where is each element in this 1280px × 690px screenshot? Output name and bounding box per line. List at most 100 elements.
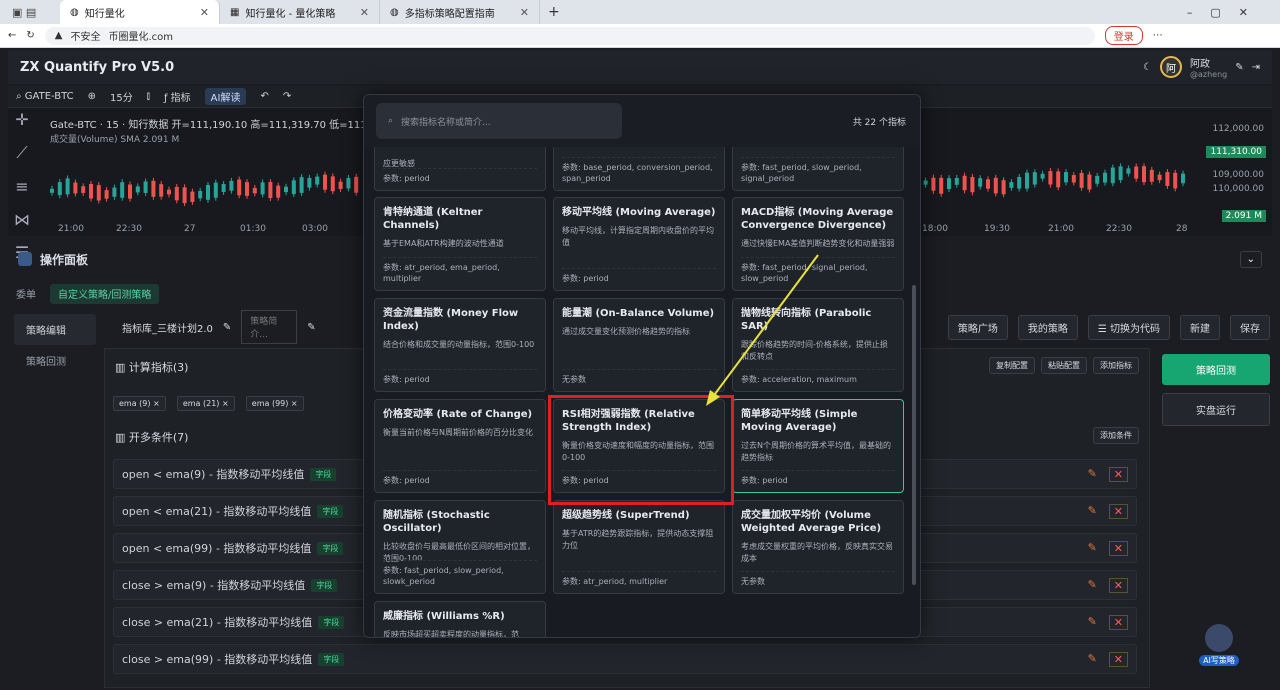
candle-body <box>174 186 179 201</box>
reload-icon[interactable]: ↻ <box>26 30 34 41</box>
browser-tab-3[interactable]: ◍ 多指标策略配置指南 ✕ <box>380 0 540 24</box>
field-badge: 字段 <box>318 615 345 629</box>
add-condition-button[interactable]: 添加条件 <box>1093 427 1139 444</box>
close-icon[interactable]: ✕ <box>360 6 369 19</box>
logout-icon[interactable]: ⇥ <box>1252 62 1260 73</box>
indicator-card[interactable]: 肯特纳通道 (Keltner Channels) 基于EMA和ATR构建的波动性通… <box>374 197 546 291</box>
edit-icon[interactable]: ✎ <box>1088 578 1097 593</box>
paste-config-button[interactable]: 粘贴配置 <box>1041 357 1087 374</box>
candle-body <box>81 186 86 193</box>
back-icon[interactable]: ← <box>8 30 16 41</box>
symbol-selector[interactable]: ⌕ GATE-BTC <box>16 91 74 102</box>
modal-scrollbar[interactable] <box>912 285 916 585</box>
url-field[interactable]: ▲ 不安全 币圈量化.com <box>44 26 1095 45</box>
indicator-card[interactable]: 成交量加权平均价 (Volume Weighted Average Price)… <box>732 500 904 594</box>
my-strategy-button[interactable]: 我的策略 <box>1017 314 1078 340</box>
candle-body <box>135 186 140 193</box>
close-icon[interactable]: ✕ <box>520 6 529 19</box>
ai-write-strategy-button[interactable]: AI写策略 <box>1196 624 1242 666</box>
strategy-desc-input[interactable]: 策略简介... <box>241 310 298 344</box>
switch-code-button[interactable]: ☰ 切换为代码 <box>1087 314 1170 340</box>
edit-icon[interactable]: ✎ <box>1088 504 1097 519</box>
ai-interpret-button[interactable]: AI解读 <box>204 88 247 105</box>
delete-icon[interactable]: ✕ <box>1108 614 1128 630</box>
time-tick: 28 <box>1176 224 1188 234</box>
browser-tab-1[interactable]: ◍ 知行量化 ✕ <box>60 0 220 24</box>
delete-icon[interactable]: ✕ <box>1108 503 1128 519</box>
edit-icon[interactable]: ✎ <box>1088 467 1097 482</box>
indicator-chip[interactable]: ema (9) × <box>113 396 166 411</box>
candle-body <box>1017 177 1022 189</box>
pattern-icon[interactable]: ⋈ <box>14 210 30 229</box>
candle-body <box>1009 182 1014 188</box>
delete-icon[interactable]: ✕ <box>1108 651 1128 667</box>
crosshair-icon[interactable]: ✛ <box>15 110 28 129</box>
candle-body <box>73 182 78 194</box>
delete-icon[interactable]: ✕ <box>1108 540 1128 556</box>
trendline-icon[interactable]: ⟋ <box>16 143 27 163</box>
candle-body <box>962 175 967 191</box>
backtest-button[interactable]: 策略回测 <box>1162 354 1270 385</box>
modal-header: ⌕ 搜索指标名称或简介... 共 22 个指标 <box>364 95 920 147</box>
close-icon[interactable]: ✕ <box>200 6 209 19</box>
interval-selector[interactable]: 15分 <box>110 89 133 104</box>
edit-icon[interactable]: ✎ <box>307 322 315 333</box>
edit-icon[interactable]: ✎ <box>1235 62 1243 73</box>
indicator-chip[interactable]: ema (99) × <box>245 396 304 411</box>
indicator-search-input[interactable]: ⌕ 搜索指标名称或简介... <box>376 103 622 139</box>
candle-body <box>1032 172 1037 185</box>
indicator-card[interactable]: 资金流量指数 (Money Flow Index) 结合价格和成交量的动量指标，范… <box>374 298 546 392</box>
edit-icon[interactable]: ✎ <box>223 322 231 333</box>
indicator-card[interactable]: 抛物线转向指标 (Parabolic SAR) 跟踪价格趋势的时间-价格系统，提供… <box>732 298 904 392</box>
current-price-tag: 111,310.00 <box>1206 146 1266 158</box>
field-badge: 字段 <box>318 652 345 666</box>
copy-config-button[interactable]: 复制配置 <box>989 357 1035 374</box>
search-icon: ⌕ <box>388 116 394 126</box>
candle-type-icon[interactable]: ⫾ <box>147 91 150 102</box>
side-nav-edit[interactable]: 策略编辑 <box>14 314 96 345</box>
menu-icon[interactable]: ⋯ <box>1153 30 1163 41</box>
save-button[interactable]: 保存 <box>1230 314 1270 340</box>
indicator-chip[interactable]: ema (21) × <box>176 396 235 411</box>
condition-row[interactable]: close > ema(99) - 指数移动平均线值 字段 ✎ ✕ <box>113 644 1137 674</box>
candle-body <box>1064 172 1068 183</box>
browser-workspace-icons[interactable]: ▣ ▤ <box>0 6 60 19</box>
edit-icon[interactable]: ✎ <box>1088 541 1097 556</box>
delete-icon[interactable]: ✕ <box>1108 577 1128 593</box>
tab-custom-strategy[interactable]: 自定义策略/回测策略 <box>50 284 160 304</box>
indicators-button[interactable]: ƒ 指标 <box>164 89 191 104</box>
avatar[interactable]: 阿 <box>1159 56 1182 78</box>
candle-body <box>245 182 249 196</box>
redo-icon[interactable]: ↷ <box>283 91 291 102</box>
indicator-card[interactable]: 超级趋势线 (SuperTrend) 基于ATR的趋势跟踪指标，提供动态支撑阻力位… <box>553 500 725 594</box>
indicator-card[interactable]: 移动平均线 (Moving Average) 移动平均线，计算指定周期内收盘价的平… <box>553 197 725 291</box>
indicator-card[interactable]: 价格变动率 (Rate of Change) 衡量当前价格与N周期前价格的百分比变… <box>374 399 546 493</box>
side-nav-backtest[interactable]: 策略回测 <box>14 345 96 376</box>
tab-orders[interactable]: 委单 <box>8 284 44 304</box>
delete-icon[interactable]: ✕ <box>1108 466 1128 482</box>
edit-icon[interactable]: ✎ <box>1088 652 1097 667</box>
strategy-square-button[interactable]: 策略广场 <box>947 314 1008 340</box>
chart-icon: ▥ <box>115 361 129 374</box>
add-indicator-button[interactable]: 添加指标 <box>1093 357 1139 374</box>
window-controls[interactable]: –▢✕ <box>1187 6 1280 19</box>
indicator-card[interactable]: 能量潮 (On-Balance Volume) 通过成交量变化预测价格趋势的指标无… <box>553 298 725 392</box>
lines-icon[interactable]: ≡ <box>15 177 28 196</box>
new-tab-icon[interactable]: + <box>548 4 560 20</box>
moon-icon[interactable]: ☾ <box>1143 62 1152 73</box>
candle-body <box>252 187 257 194</box>
page-icon: ▦ <box>230 6 240 18</box>
indicator-card[interactable]: 随机指标 (Stochastic Oscillator) 比较收盘价与最高最低价区… <box>374 500 546 594</box>
drawing-tools: ✛ ⟋ ≡ ⋈ ☰ <box>8 110 36 262</box>
add-symbol-icon[interactable]: ⊕ <box>88 91 96 102</box>
new-button[interactable]: 新建 <box>1180 314 1220 340</box>
indicator-card[interactable]: 威廉指标 (Williams %R) 反映市场超买超卖程度的动量指标，范 <box>374 601 546 637</box>
live-run-button[interactable]: 实盘运行 <box>1162 393 1270 426</box>
undo-icon[interactable]: ↶ <box>260 91 268 102</box>
login-button[interactable]: 登录 <box>1104 26 1143 45</box>
collapse-button[interactable]: ⌄ <box>1239 250 1262 268</box>
browser-tab-2[interactable]: ▦ 知行量化 - 量化策略 ✕ <box>220 0 380 24</box>
indicator-card-sma[interactable]: 简单移动平均线 (Simple Moving Average) 过去N个周期价格的… <box>732 399 904 493</box>
edit-icon[interactable]: ✎ <box>1088 615 1097 630</box>
indicator-card[interactable]: MACD指标 (Moving Average Convergence Diver… <box>732 197 904 291</box>
